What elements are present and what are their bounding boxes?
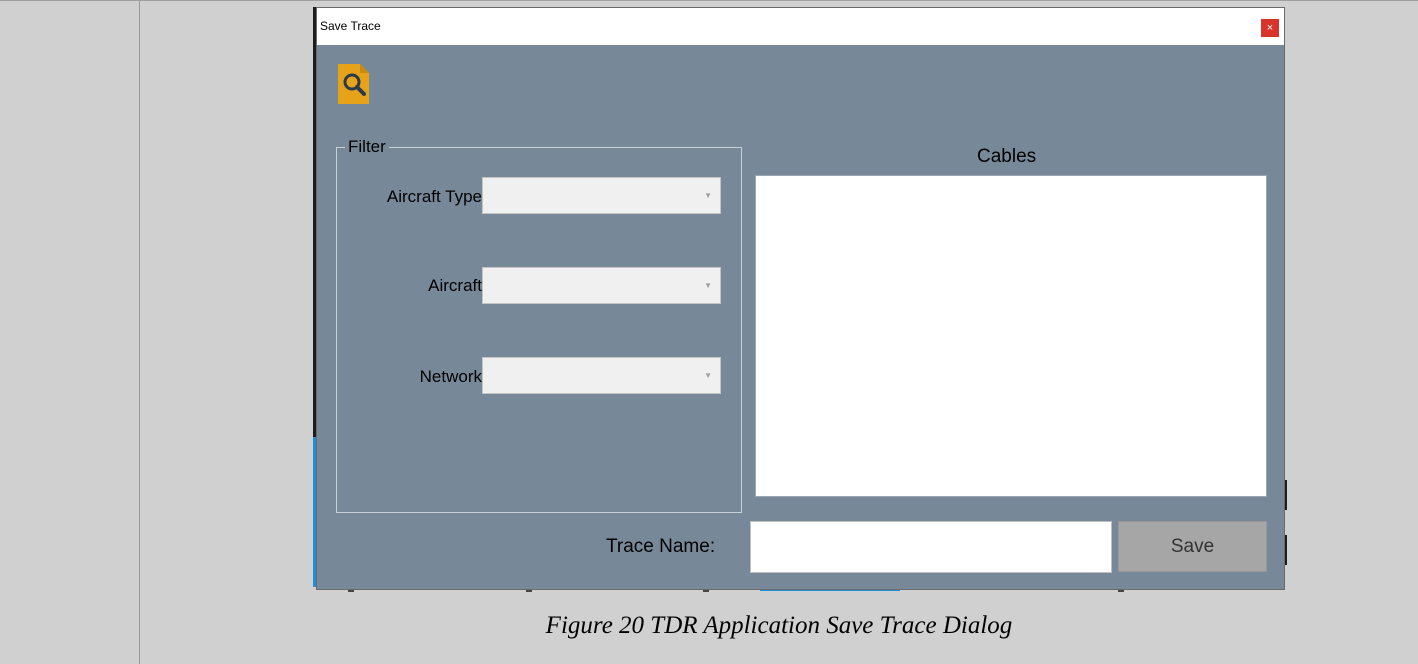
save-trace-dialog: Save Trace × Filter Aircraft Type ▼ Airc… — [316, 7, 1285, 590]
table-left-column — [0, 1, 140, 664]
trace-name-input[interactable] — [750, 521, 1112, 573]
filter-group-label: Filter — [345, 137, 389, 157]
network-dropdown[interactable]: ▼ — [482, 357, 721, 394]
close-icon: × — [1266, 22, 1274, 34]
trace-name-label: Trace Name: — [606, 536, 716, 557]
network-label: Network — [419, 367, 482, 386]
dialog-title: Save Trace — [320, 19, 381, 33]
figure-caption: Figure 20 TDR Application Save Trace Dia… — [545, 612, 1013, 639]
cables-title: Cables — [977, 146, 1037, 167]
save-button[interactable]: Save — [1118, 521, 1267, 572]
aircraft-label: Aircraft — [428, 276, 482, 295]
cables-listbox[interactable] — [755, 175, 1267, 497]
chevron-down-icon: ▼ — [704, 191, 712, 200]
aircraft-type-dropdown[interactable]: ▼ — [482, 177, 721, 214]
aircraft-type-label: Aircraft Type — [386, 187, 482, 206]
aircraft-dropdown[interactable]: ▼ — [482, 267, 721, 304]
chevron-down-icon: ▼ — [704, 371, 712, 380]
document-search-icon — [338, 64, 369, 104]
filter-groupbox: Filter Aircraft Type ▼ Aircraft ▼ Networ… — [336, 137, 742, 513]
close-button[interactable]: × — [1261, 19, 1279, 37]
chevron-down-icon: ▼ — [704, 281, 712, 290]
dialog-titlebar[interactable]: Save Trace × — [317, 8, 1284, 45]
